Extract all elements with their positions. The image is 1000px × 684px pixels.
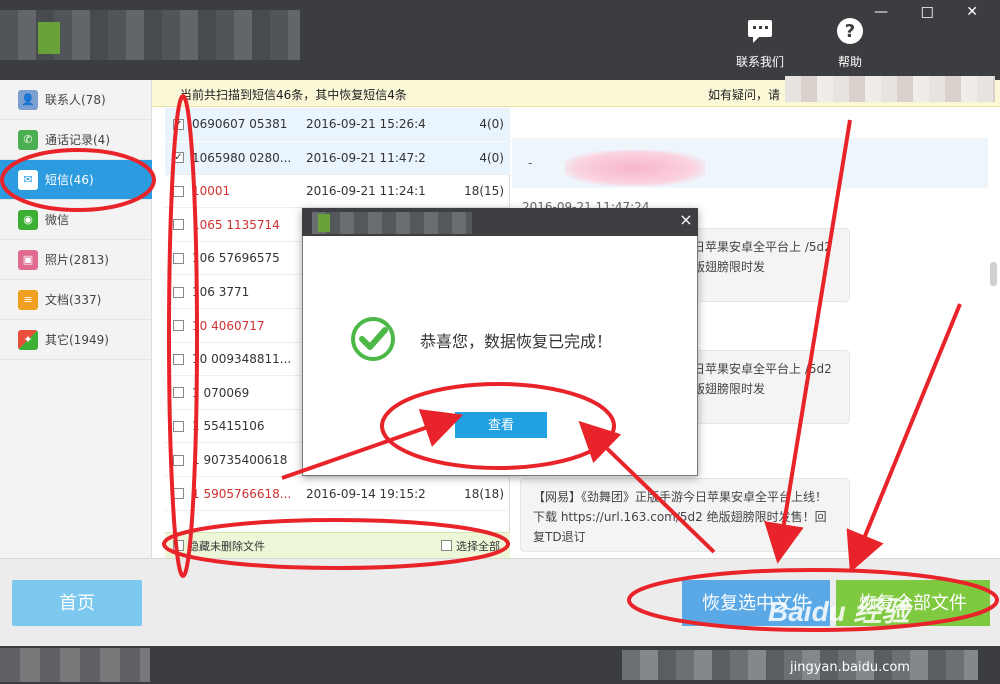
row-checkbox[interactable] xyxy=(173,252,184,264)
table-row[interactable]: 1 5905766618... 2016-09-14 19:15:2 18(18) xyxy=(165,478,510,511)
help-icon: ? xyxy=(822,16,878,49)
table-row[interactable]: ✓ 1065980 0280... 2016-09-21 11:47:2 4(0) xyxy=(165,141,510,175)
call-log-icon: ✆ xyxy=(18,129,38,150)
watermark-url: jingyan.baidu.com xyxy=(790,660,910,675)
home-button[interactable]: 首页 xyxy=(12,580,142,626)
category-sidebar: 👤 联系人(78) ✆ 通话记录(4) ✉ 短信(46) ◉ 微信 ▣ 照片(2813) … xyxy=(0,80,152,558)
hide-undeleted-label: 隐藏未删除文件 xyxy=(188,539,265,553)
chat-icon xyxy=(728,16,792,49)
sender-number: 1065 1135714 xyxy=(192,217,280,232)
footer-blurred-left xyxy=(0,648,150,682)
dialog-close-button[interactable]: × xyxy=(678,210,694,232)
sender-number: 1 5905766618... xyxy=(192,486,292,501)
contact-us-label: 联系我们 xyxy=(735,55,784,69)
contacts-icon: 👤 xyxy=(18,89,38,110)
window-controls[interactable]: — □ ✕ xyxy=(874,4,992,20)
contact-dash: - xyxy=(528,156,533,170)
row-checkbox[interactable] xyxy=(173,219,184,231)
sidebar-item-label: 微信 xyxy=(45,213,70,227)
hide-undeleted-toggle[interactable]: 隐藏未删除文件 xyxy=(173,538,265,554)
detail-scrollbar[interactable] xyxy=(990,262,997,286)
help-button[interactable]: ? 帮助 xyxy=(822,16,878,70)
dialog-message: 恭喜您，数据恢复已完成！ xyxy=(420,332,613,351)
row-checkbox[interactable] xyxy=(173,488,184,500)
message-date: 2016-09-21 11:47:2 xyxy=(306,150,426,165)
sms-icon: ✉ xyxy=(18,169,38,190)
wechat-icon: ◉ xyxy=(18,209,38,230)
row-checkbox[interactable]: ✓ xyxy=(173,152,184,164)
dialog-title-blurred xyxy=(312,212,472,234)
message-date: 2016-09-21 15:26:4 xyxy=(306,117,426,131)
success-check-icon xyxy=(348,316,398,365)
view-button[interactable]: 查看 xyxy=(455,412,547,438)
row-checkbox[interactable] xyxy=(173,286,184,298)
hide-undeleted-checkbox[interactable] xyxy=(173,540,184,551)
sidebar-item-label: 文档(337) xyxy=(45,293,102,307)
contact-us-button[interactable]: 联系我们 xyxy=(728,16,792,70)
table-row[interactable]: ✓ 0690607 05381 2016-09-21 15:26:4 4(0) xyxy=(165,108,510,141)
sidebar-item-label: 其它(1949) xyxy=(45,333,109,347)
select-all-checkbox[interactable] xyxy=(441,540,452,551)
sidebar-item-sms[interactable]: ✉ 短信(46) xyxy=(0,160,152,200)
help-label: 帮助 xyxy=(837,55,862,69)
svg-text:?: ? xyxy=(845,21,855,42)
sidebar-item-other[interactable]: ✦ 其它(1949) xyxy=(0,320,152,360)
sidebar-item-photos[interactable]: ▣ 照片(2813) xyxy=(0,240,152,280)
sender-number: 0690607 05381 xyxy=(192,117,288,131)
contact-name-blurred xyxy=(565,150,705,186)
select-all-toggle[interactable]: 选择全部 xyxy=(441,538,500,554)
document-icon: ≡ xyxy=(18,289,38,310)
other-icon: ✦ xyxy=(18,329,38,350)
sidebar-item-label: 短信(46) xyxy=(45,173,94,187)
list-footer: 隐藏未删除文件 选择全部 xyxy=(165,532,510,558)
row-checkbox[interactable] xyxy=(173,454,184,466)
sender-number: 10001 xyxy=(192,184,231,199)
sidebar-item-wechat[interactable]: ◉ 微信 xyxy=(0,200,152,240)
scan-summary: 当前共扫描到短信46条，其中恢复短信4条 xyxy=(180,88,407,102)
help-hint: 如有疑问，请 xyxy=(708,88,781,102)
message-count: 4(0) xyxy=(479,150,504,165)
blurred-region xyxy=(785,76,995,102)
sender-number: 1065980 0280... xyxy=(192,150,292,165)
message-count: 18(18) xyxy=(464,486,504,501)
row-checkbox[interactable] xyxy=(173,353,184,365)
baidu-watermark: Baidu 经验 xyxy=(768,596,910,627)
sidebar-item-documents[interactable]: ≡ 文档(337) xyxy=(0,280,152,320)
table-row[interactable]: 10001 2016-09-21 11:24:1 18(15) xyxy=(165,175,510,209)
sender-number: 10 009348811... xyxy=(192,352,292,367)
row-checkbox[interactable] xyxy=(173,320,184,332)
row-checkbox[interactable] xyxy=(173,185,184,197)
row-checkbox[interactable] xyxy=(173,420,184,432)
row-checkbox[interactable] xyxy=(173,387,184,399)
sender-number: 106 57696575 xyxy=(192,251,280,266)
select-all-label: 选择全部 xyxy=(456,539,500,553)
message-count: 4(0) xyxy=(479,117,504,131)
dialog-logo-mark xyxy=(318,214,330,232)
sidebar-item-contacts[interactable]: 👤 联系人(78) xyxy=(0,80,152,120)
sender-number: 1 070069 xyxy=(192,385,250,400)
message-bubble: 【网易】《劲舞团》正版手游今日苹果安卓全平台上线！下载 https://url.… xyxy=(520,478,850,552)
sender-number: 1 90735400618 xyxy=(192,453,288,467)
row-checkbox[interactable]: ✓ xyxy=(173,118,184,130)
photo-icon: ▣ xyxy=(18,249,38,270)
sidebar-item-call-log[interactable]: ✆ 通话记录(4) xyxy=(0,120,152,160)
sidebar-item-label: 照片(2813) xyxy=(45,253,109,267)
message-count: 18(15) xyxy=(464,184,504,199)
sender-number: 10 4060717 xyxy=(192,318,265,333)
sidebar-item-label: 联系人(78) xyxy=(45,93,106,107)
message-date: 2016-09-14 19:15:2 xyxy=(306,486,426,501)
sender-number: 106 3771 xyxy=(192,285,250,299)
app-logo-mark xyxy=(38,22,60,54)
sidebar-item-label: 通话记录(4) xyxy=(45,133,110,147)
sender-number: 1 55415106 xyxy=(192,419,265,434)
message-date: 2016-09-21 11:24:1 xyxy=(306,184,426,199)
